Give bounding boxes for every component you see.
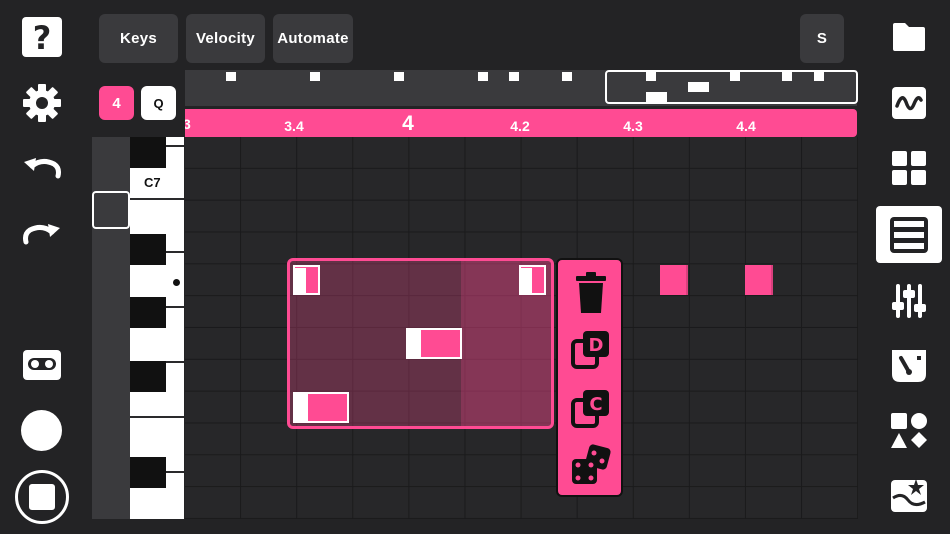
active-key-dot bbox=[173, 279, 180, 286]
waveform-icon[interactable] bbox=[888, 84, 930, 122]
settings-gear-icon[interactable] bbox=[20, 81, 64, 125]
folder-icon[interactable] bbox=[888, 18, 930, 56]
note-handle bbox=[295, 394, 308, 421]
note-handle bbox=[295, 268, 306, 294]
effects-icon[interactable] bbox=[888, 474, 930, 516]
tempo-meter-icon[interactable] bbox=[888, 346, 930, 386]
ruler-tick-label: 4.3 bbox=[623, 118, 643, 134]
note-handle bbox=[521, 268, 532, 294]
randomize-button[interactable] bbox=[558, 436, 624, 494]
piano-roll-icon bbox=[890, 216, 928, 253]
help-icon[interactable]: ? bbox=[22, 17, 62, 57]
solo-button[interactable]: S bbox=[800, 14, 844, 63]
record-button[interactable] bbox=[21, 410, 62, 451]
selected-note[interactable] bbox=[293, 265, 320, 295]
overview-note bbox=[394, 72, 404, 81]
overview-note bbox=[226, 72, 236, 81]
redo-icon[interactable] bbox=[20, 216, 64, 256]
overview-note bbox=[782, 72, 792, 81]
keyboard-scroll-thumb[interactable] bbox=[92, 191, 130, 229]
piano-key-black[interactable] bbox=[130, 297, 166, 328]
randomize-dice-icon bbox=[572, 444, 611, 484]
selection-menu: D C bbox=[556, 258, 623, 497]
overview-note bbox=[562, 72, 572, 81]
selected-note[interactable] bbox=[293, 392, 349, 423]
grid-value-button[interactable]: 4 bbox=[99, 86, 134, 120]
ruler-tick-label: 4.4 bbox=[736, 118, 756, 134]
svg-text:?: ? bbox=[33, 19, 52, 57]
key-label-c7: C7 bbox=[144, 175, 161, 190]
copy-button[interactable]: C bbox=[558, 379, 624, 437]
piano-key-black[interactable] bbox=[130, 457, 166, 488]
quantize-button[interactable]: Q bbox=[141, 86, 176, 120]
overview-note bbox=[646, 72, 656, 81]
overview-note bbox=[814, 72, 824, 81]
duplicate-letter: D bbox=[589, 335, 604, 356]
grid-pads-icon[interactable] bbox=[888, 148, 930, 188]
overview-note bbox=[509, 72, 519, 81]
stop-button[interactable] bbox=[15, 470, 69, 524]
note-handle bbox=[408, 330, 421, 357]
overview-note bbox=[730, 72, 740, 81]
overview-note bbox=[310, 72, 320, 81]
undo-icon[interactable] bbox=[20, 150, 64, 190]
ruler-tick-label: 4.2 bbox=[510, 118, 530, 134]
duplicate-button[interactable]: D bbox=[558, 320, 624, 378]
delete-icon bbox=[576, 272, 606, 313]
ruler-label-clip: 3 bbox=[185, 109, 197, 137]
cassette-tape-icon[interactable] bbox=[20, 346, 64, 384]
shapes-icon[interactable] bbox=[888, 410, 930, 452]
overview-note bbox=[646, 92, 667, 102]
piano-roll-tab-active[interactable] bbox=[876, 206, 942, 263]
piano-key-black[interactable] bbox=[130, 137, 166, 168]
selected-note[interactable] bbox=[519, 265, 546, 295]
piano-key-black[interactable] bbox=[130, 361, 166, 392]
ruler-tick-label: 3 bbox=[185, 116, 191, 132]
piano-key-black[interactable] bbox=[130, 234, 166, 265]
piano-roll-screen: ? Keys Velocity Automate S 4 Q 3 3.4 4 4… bbox=[0, 0, 950, 534]
delete-button[interactable] bbox=[558, 264, 624, 322]
duplicate-icon: D bbox=[571, 331, 609, 369]
ruler-tick-label: 3.4 bbox=[284, 118, 304, 134]
note[interactable] bbox=[745, 265, 773, 295]
selected-note[interactable] bbox=[406, 328, 462, 359]
copy-icon: C bbox=[571, 390, 609, 428]
overview-note bbox=[688, 82, 709, 92]
ruler-tick-label: 4 bbox=[402, 112, 414, 135]
overview-note bbox=[478, 72, 488, 81]
note[interactable] bbox=[660, 265, 688, 295]
tab-keys[interactable]: Keys bbox=[99, 14, 178, 63]
tab-velocity[interactable]: Velocity bbox=[186, 14, 265, 63]
stop-icon bbox=[29, 484, 55, 510]
mixer-sliders-icon[interactable] bbox=[888, 280, 930, 322]
tab-automate[interactable]: Automate bbox=[273, 14, 353, 63]
copy-letter: C bbox=[589, 394, 602, 415]
